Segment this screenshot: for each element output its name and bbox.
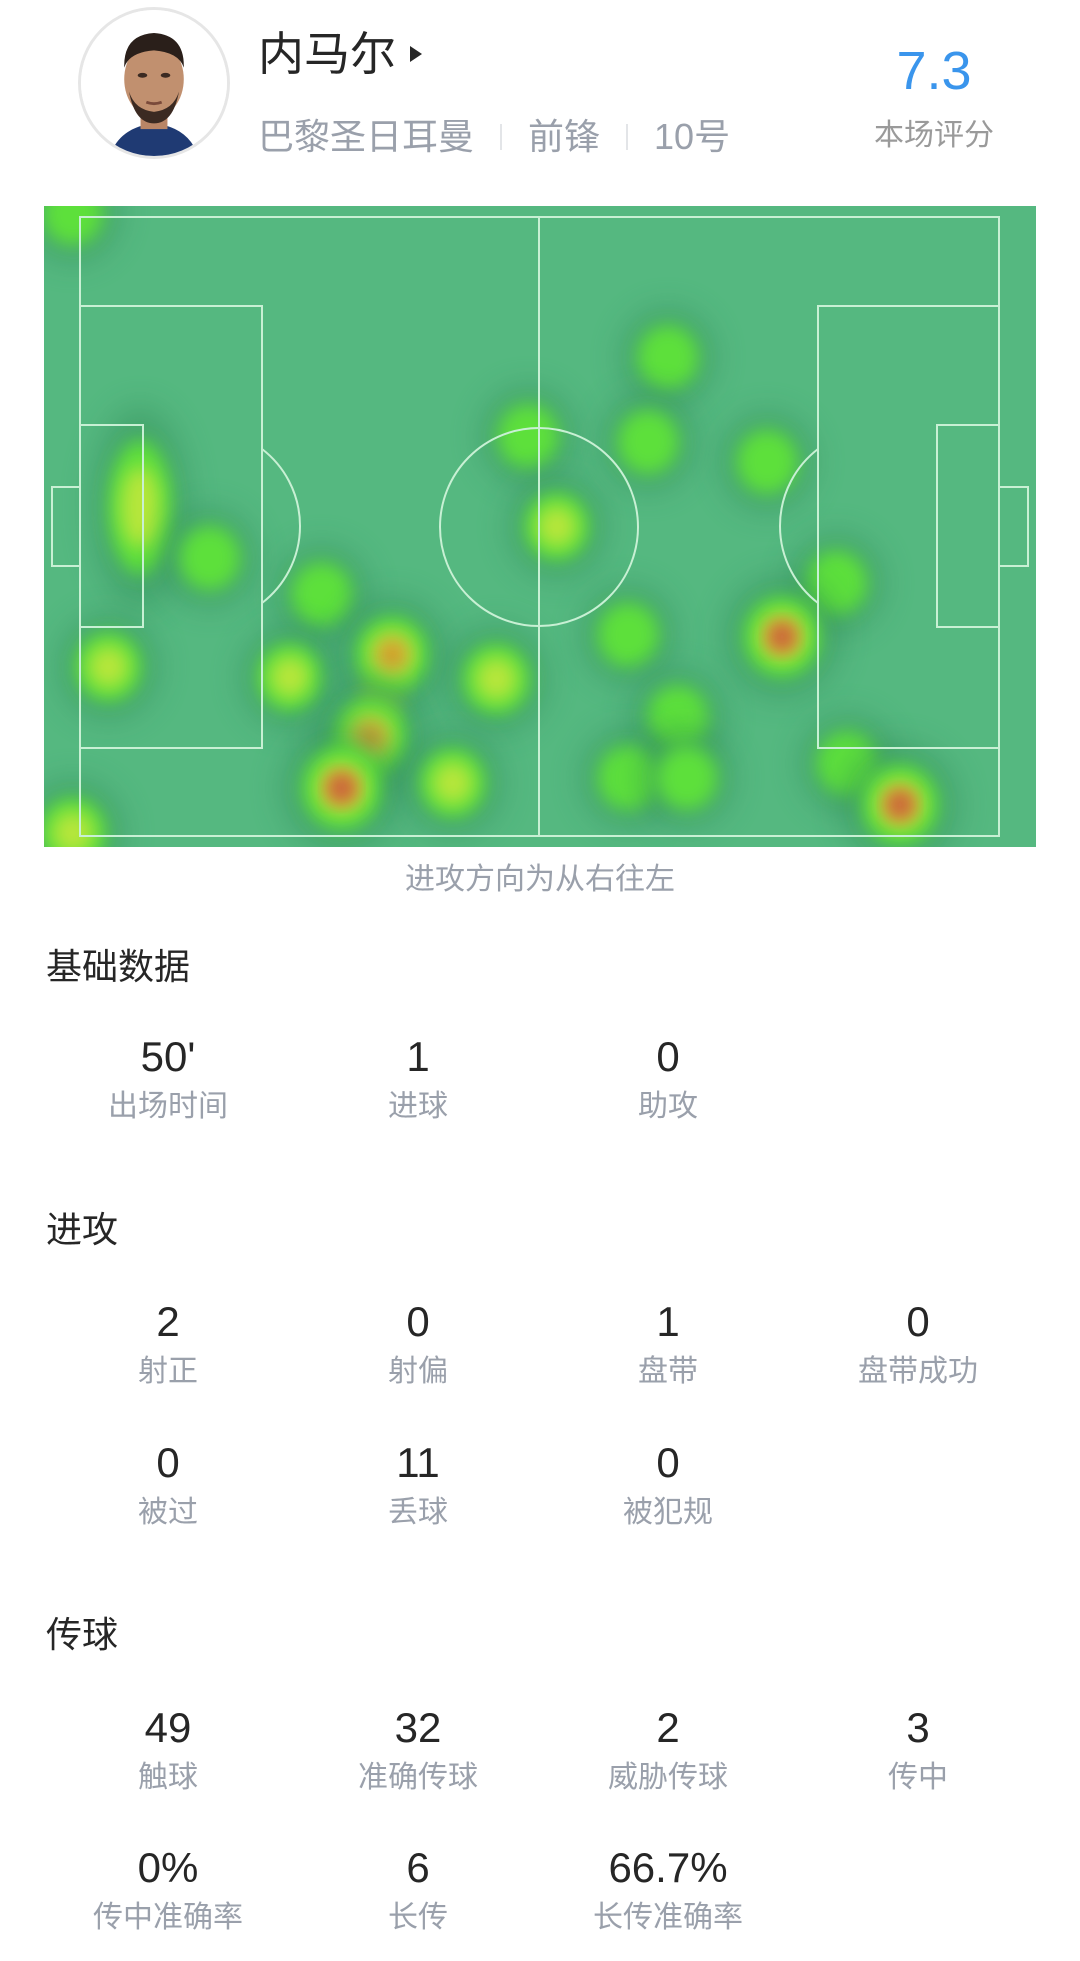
section-title-attack: 进攻 [46,1209,119,1250]
stat-value: 0% [137,1844,199,1891]
stat-goals: 1 进球 [293,1031,543,1127]
stat-possession-lost: 11 丢球 [293,1437,543,1533]
stat-value: 50' [140,1033,196,1080]
stat-value: 2 [156,1298,180,1345]
divider [500,124,503,150]
heat-zone-centre-right-column [445,625,547,733]
stat-label: 准确传球 [358,1761,478,1794]
heat-zone-right-mid [581,586,675,684]
stat-cross-accuracy: 0% 传中准确率 [43,1842,293,1938]
stat-shots-on-target: 2 射正 [43,1296,293,1392]
stat-label: 射偏 [388,1355,448,1388]
stat-value: 1 [656,1298,680,1345]
heat-zone-low-centre-left [403,730,503,835]
stat-value: 3 [906,1704,930,1751]
stat-label: 传中准确率 [93,1901,243,1934]
stat-successful-dribbles: 0 盘带成功 [793,1296,1043,1392]
section-title-passing: 传球 [46,1614,119,1655]
stat-accurate-passes: 32 准确传球 [293,1702,543,1798]
stat-value: 1 [406,1033,430,1080]
heat-zone-right-hotspot [724,575,840,698]
stat-long-balls: 6 长传 [293,1842,543,1938]
stat-value: 32 [394,1704,442,1751]
stat-label: 威胁传球 [608,1761,728,1794]
attack-direction-caption: 进攻方向为从右往左 [405,863,675,896]
stat-value: 0 [906,1298,930,1345]
heat-zone-left-box-outside [163,509,257,607]
heat-zone-right-bottom-b [640,729,734,827]
team-name: 巴黎圣日耳曼 [258,116,475,157]
stat-shots-off-target: 0 射偏 [293,1296,543,1392]
stat-value: 0 [656,1033,680,1080]
stat-label: 射正 [138,1355,198,1388]
stat-value: 66.7% [608,1844,728,1891]
right-six-yard-box [936,424,1000,628]
stat-value: 2 [656,1704,680,1751]
heat-zone-kickoff-top [481,387,575,485]
match-rating-label: 本场评分 [874,119,994,152]
heat-zone-centre-circle [508,475,606,578]
stat-value: 49 [144,1704,192,1751]
stat-key-passes: 2 威胁传球 [543,1702,793,1798]
right-penalty-area [817,305,1000,749]
stat-label: 盘带成功 [858,1355,978,1388]
stat-label: 长传 [388,1901,448,1934]
stat-value: 11 [396,1439,440,1486]
stat-label: 被过 [138,1496,198,1529]
stat-long-ball-accuracy: 66.7% 长传准确率 [543,1842,793,1938]
stat-label: 助攻 [638,1090,698,1123]
stat-value: 0 [656,1439,680,1486]
stat-dribbled-past: 0 被过 [43,1437,293,1533]
stat-minutes: 50' 出场时间 [43,1031,293,1127]
stat-label: 进球 [388,1090,448,1123]
stat-value: 0 [406,1298,430,1345]
player-meta: 巴黎圣日耳曼 前锋 10号 [258,114,730,160]
stat-label: 触球 [138,1761,198,1794]
divider [626,124,629,150]
heat-zone-right-upper-mid [601,393,695,491]
left-goal [51,486,81,567]
stat-value: 0 [156,1439,180,1486]
right-goal [998,486,1029,567]
heat-zone-right-arc-top [720,413,814,511]
stat-touches: 49 触球 [43,1702,293,1798]
shirt-number: 10号 [654,116,731,157]
player-avatar[interactable] [78,7,230,159]
player-position: 前锋 [528,116,601,157]
stat-assists: 0 助攻 [543,1031,793,1127]
match-rating: 7.3 [896,41,972,101]
stat-label: 盘带 [638,1355,698,1388]
triangle-right-icon [410,46,422,62]
heat-zone-left-wide-low [58,614,158,719]
stat-value: 6 [406,1844,430,1891]
player-name-link[interactable]: 内马尔 [258,24,422,84]
heat-zone-chain-bottom [281,725,402,847]
stat-dribbles: 1 盘带 [543,1296,793,1392]
heatmap-svg [44,206,1029,847]
heat-layer [44,206,958,847]
stat-label: 出场时间 [108,1090,228,1123]
stat-label: 长传准确率 [593,1901,743,1934]
player-name: 内马尔 [258,28,396,80]
heatmap-pitch [44,206,1036,847]
stat-crosses: 3 传中 [793,1702,1043,1798]
stat-label: 被犯规 [623,1496,713,1529]
stat-fouled: 0 被犯规 [543,1437,793,1533]
heat-zone-right-top [621,308,715,406]
stat-label: 传中 [888,1761,948,1794]
player-portrait-icon [81,10,227,156]
heat-zone-top-left-corner [44,206,120,262]
stat-label: 丢球 [388,1496,448,1529]
section-title-basic: 基础数据 [46,946,191,987]
